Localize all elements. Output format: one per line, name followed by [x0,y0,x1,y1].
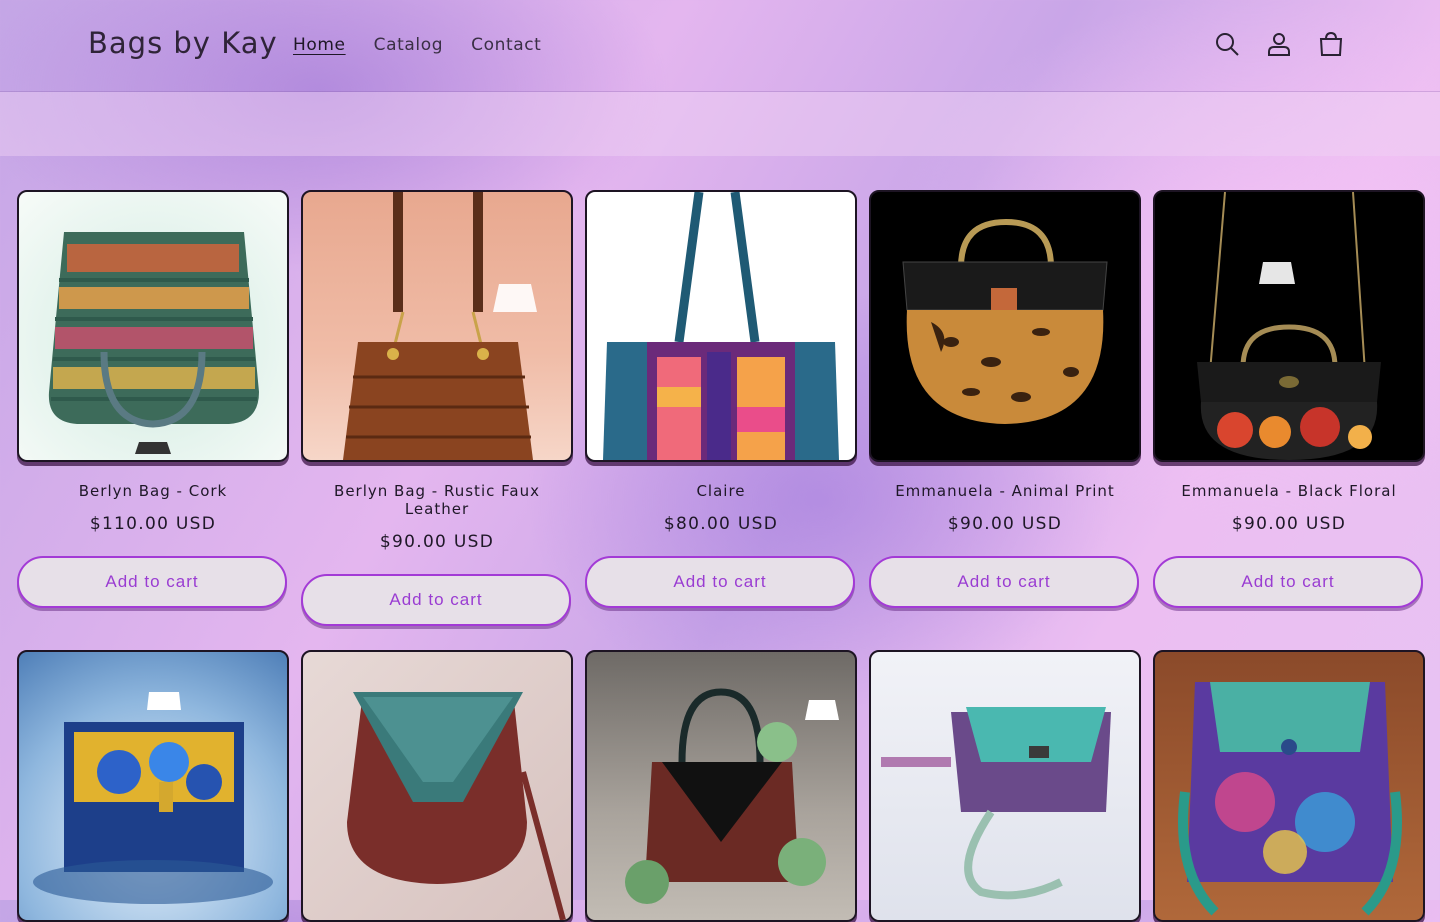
product-image[interactable] [585,650,857,922]
product-card: Claire $80.00 USD Add to cart [585,190,857,626]
product-title[interactable]: Claire [585,482,857,500]
cart-icon[interactable] [1318,31,1344,57]
nav-home[interactable]: Home [293,35,346,55]
product-card [585,650,857,922]
product-card: Berlyn Bag - Cork $110.00 USD Add to car… [17,190,289,626]
add-to-cart-button[interactable]: Add to cart [301,574,571,626]
product-card [1153,650,1425,922]
product-card [869,650,1141,922]
product-card: Emmanuela - Animal Print $90.00 USD Add … [869,190,1141,626]
product-price: $90.00 USD [947,514,1063,534]
product-title[interactable]: Berlyn Bag - Cork [17,482,289,500]
product-price: $90.00 USD [1231,514,1347,534]
product-title[interactable]: Emmanuela - Animal Print [869,482,1141,500]
nav-catalog[interactable]: Catalog [374,35,444,55]
product-price: $110.00 USD [89,514,217,534]
product-price: $90.00 USD [379,532,495,552]
product-card [301,650,573,922]
nav-contact[interactable]: Contact [471,35,541,55]
product-price: $80.00 USD [663,514,779,534]
header-icons [1214,31,1344,57]
product-image[interactable] [1153,650,1425,922]
product-image[interactable] [869,650,1141,922]
product-image[interactable] [1153,190,1425,462]
store-logo[interactable]: Bags by Kay [88,26,278,60]
product-card: Berlyn Bag - Rustic Faux Leather $90.00 … [301,190,573,626]
search-icon[interactable] [1214,31,1240,57]
main-nav: Home Catalog Contact [293,35,541,55]
add-to-cart-button[interactable]: Add to cart [585,556,855,608]
add-to-cart-button[interactable]: Add to cart [17,556,287,608]
product-image[interactable] [869,190,1141,462]
product-image[interactable] [301,650,573,922]
product-image[interactable] [17,650,289,922]
add-to-cart-button[interactable]: Add to cart [1153,556,1423,608]
product-grid: Berlyn Bag - Cork $110.00 USD Add to car… [17,190,1425,922]
hero-band [0,92,1440,156]
product-image[interactable] [585,190,857,462]
product-card [17,650,289,922]
product-title[interactable]: Emmanuela - Black Floral [1153,482,1425,500]
product-title[interactable]: Berlyn Bag - Rustic Faux Leather [301,482,573,518]
add-to-cart-button[interactable]: Add to cart [869,556,1139,608]
account-icon[interactable] [1266,31,1292,57]
site-header: Bags by Kay Home Catalog Contact [0,0,1440,92]
product-image[interactable] [17,190,289,462]
product-card: Emmanuela - Black Floral $90.00 USD Add … [1153,190,1425,626]
product-image[interactable] [301,190,573,462]
